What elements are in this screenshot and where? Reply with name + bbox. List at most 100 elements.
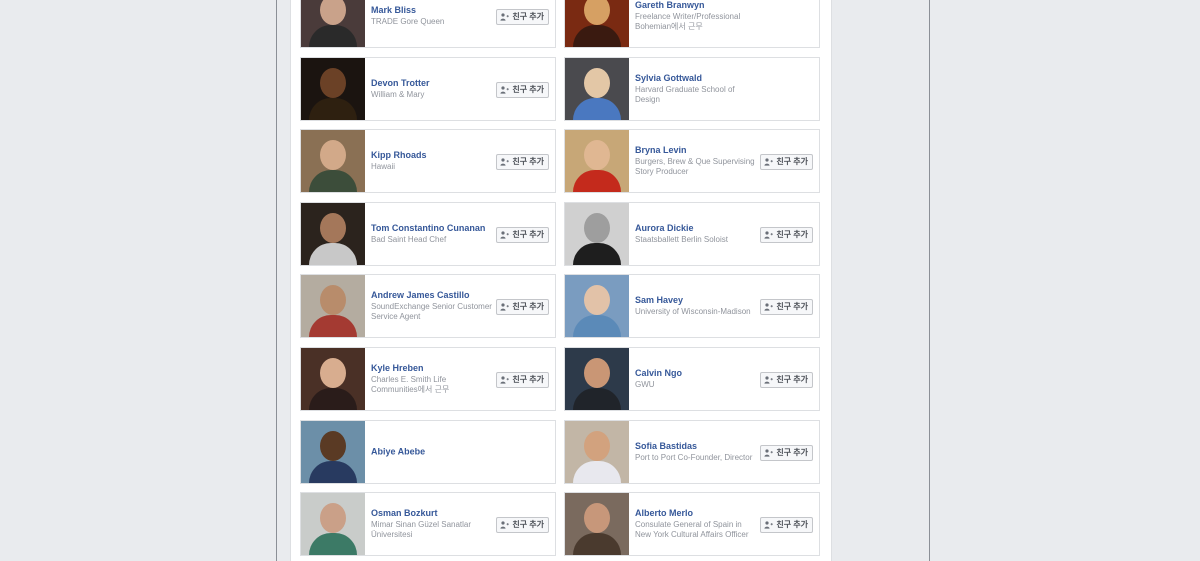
photo-person-head — [584, 285, 610, 315]
friend-card: Andrew James Castillo SoundExchange Senio… — [300, 274, 556, 338]
add-friend-button[interactable]: 친구 추가 — [496, 82, 549, 98]
friend-subtitle: TRADE Gore Queen — [371, 17, 445, 26]
profile-photo[interactable] — [301, 348, 365, 410]
friend-subtitle: Mimar Sinan Güzel Sanatlar Üniversitesi — [371, 520, 472, 539]
photo-person-head — [320, 431, 346, 461]
friend-subtitle: SoundExchange Senior Customer Service Ag… — [371, 302, 492, 321]
add-friend-icon — [500, 231, 510, 239]
profile-photo[interactable] — [301, 203, 365, 265]
add-friend-label: 친구 추가 — [776, 230, 808, 239]
friend-name-link[interactable]: Osman Bozkurt — [371, 508, 493, 519]
friend-subtitle: Bad Saint Head Chef — [371, 235, 447, 244]
friend-name-link[interactable]: Kyle Hreben — [371, 363, 493, 374]
friend-card: Devon Trotter William & Mary 친구 추가 — [300, 57, 556, 121]
photo-person-head — [320, 213, 346, 243]
friend-name-link[interactable]: Kipp Rhoads — [371, 150, 493, 161]
friend-info: Kyle Hreben Charles E. Smith Life Communi… — [371, 348, 493, 410]
add-friend-label: 친구 추가 — [776, 302, 808, 311]
friend-name-link[interactable]: Devon Trotter — [371, 78, 493, 89]
add-friend-button[interactable]: 친구 추가 — [496, 299, 549, 315]
friend-info: Gareth Branwyn Freelance Writer/Professio… — [635, 0, 757, 47]
profile-photo[interactable] — [565, 348, 629, 410]
profile-photo[interactable] — [301, 0, 365, 47]
friend-subtitle: Burgers, Brew & Que Supervising Story Pr… — [635, 157, 755, 176]
friend-card: Kipp Rhoads Hawaii 친구 추가 — [300, 129, 556, 193]
add-friend-icon — [764, 303, 774, 311]
add-friend-button[interactable]: 친구 추가 — [760, 299, 813, 315]
friend-subtitle: Charles E. Smith Life Communities에서 근무 — [371, 375, 450, 394]
friend-card: Alberto Merlo Consulate General of Spain … — [564, 492, 820, 556]
add-friend-button[interactable]: 친구 추가 — [496, 372, 549, 388]
photo-person-head — [584, 503, 610, 533]
profile-photo[interactable] — [301, 493, 365, 555]
friend-info: Alberto Merlo Consulate General of Spain … — [635, 493, 757, 555]
profile-photo[interactable] — [565, 203, 629, 265]
friend-info: Andrew James Castillo SoundExchange Senio… — [371, 275, 493, 337]
friend-name-link[interactable]: Gareth Branwyn — [635, 0, 757, 11]
friend-subtitle: Freelance Writer/Professional Bohemian에서… — [635, 12, 741, 31]
friend-subtitle: William & Mary — [371, 90, 425, 99]
friend-card: Sylvia Gottwald Harvard Graduate School o… — [564, 57, 820, 121]
profile-photo[interactable] — [565, 0, 629, 47]
friend-name-link[interactable]: Sofia Bastidas — [635, 441, 757, 452]
friend-card: Sam Havey University of Wisconsin-Madison… — [564, 274, 820, 338]
friend-name-link[interactable]: Alberto Merlo — [635, 508, 757, 519]
add-friend-icon — [764, 521, 774, 529]
friend-name-link[interactable]: Tom Constantino Cunanan — [371, 223, 493, 234]
add-friend-label: 친구 추가 — [512, 157, 544, 166]
profile-photo[interactable] — [301, 58, 365, 120]
profile-photo[interactable] — [565, 130, 629, 192]
add-friend-button[interactable]: 친구 추가 — [760, 227, 813, 243]
profile-photo[interactable] — [301, 275, 365, 337]
add-friend-button[interactable]: 친구 추가 — [760, 154, 813, 170]
friend-info: Devon Trotter William & Mary — [371, 58, 493, 120]
friend-subtitle: University of Wisconsin-Madison — [635, 307, 751, 316]
add-friend-icon — [500, 376, 510, 384]
friend-name-link[interactable]: Sam Havey — [635, 295, 757, 306]
add-friend-button[interactable]: 친구 추가 — [496, 154, 549, 170]
profile-photo[interactable] — [565, 58, 629, 120]
friend-name-link[interactable]: Mark Bliss — [371, 5, 493, 16]
add-friend-icon — [764, 376, 774, 384]
photo-person-head — [584, 358, 610, 388]
friend-name-link[interactable]: Abiye Abebe — [371, 447, 493, 458]
friend-subtitle: Staatsballett Berlin Soloist — [635, 235, 728, 244]
add-friend-label: 친구 추가 — [512, 520, 544, 529]
friend-info: Bryna Levin Burgers, Brew & Que Supervisi… — [635, 130, 757, 192]
friend-card: Calvin Ngo GWU 친구 추가 — [564, 347, 820, 411]
profile-photo[interactable] — [301, 421, 365, 483]
add-friend-button[interactable]: 친구 추가 — [760, 445, 813, 461]
friend-card: Osman Bozkurt Mimar Sinan Güzel Sanatlar … — [300, 492, 556, 556]
photo-person-head — [320, 358, 346, 388]
add-friend-label: 친구 추가 — [776, 520, 808, 529]
friend-card: Bryna Levin Burgers, Brew & Que Supervisi… — [564, 129, 820, 193]
photo-person-head — [584, 140, 610, 170]
photo-person-head — [320, 140, 346, 170]
profile-photo[interactable] — [565, 421, 629, 483]
friend-name-link[interactable]: Aurora Dickie — [635, 223, 757, 234]
profile-photo[interactable] — [301, 130, 365, 192]
add-friend-icon — [764, 231, 774, 239]
friend-info: Abiye Abebe — [371, 421, 493, 483]
friend-subtitle: GWU — [635, 380, 655, 389]
profile-photo[interactable] — [565, 493, 629, 555]
friends-grid: Mark Bliss TRADE Gore Queen 친구 추가 Gareth Br… — [291, 0, 831, 561]
photo-person-head — [584, 68, 610, 98]
add-friend-button[interactable]: 친구 추가 — [760, 372, 813, 388]
add-friend-button[interactable]: 친구 추가 — [496, 517, 549, 533]
add-friend-button[interactable]: 친구 추가 — [496, 9, 549, 25]
friend-info: Sofia Bastidas Port to Port Co-Founder, D… — [635, 421, 757, 483]
profile-photo[interactable] — [565, 275, 629, 337]
friend-suggestions-panel: Mark Bliss TRADE Gore Queen 친구 추가 Gareth Br… — [290, 0, 832, 561]
add-friend-button[interactable]: 친구 추가 — [496, 227, 549, 243]
friend-name-link[interactable]: Andrew James Castillo — [371, 290, 493, 301]
photo-person-head — [584, 213, 610, 243]
friend-info: Mark Bliss TRADE Gore Queen — [371, 0, 493, 47]
add-friend-label: 친구 추가 — [512, 230, 544, 239]
friend-name-link[interactable]: Calvin Ngo — [635, 368, 757, 379]
friend-info: Tom Constantino Cunanan Bad Saint Head Ch… — [371, 203, 493, 265]
add-friend-button[interactable]: 친구 추가 — [760, 517, 813, 533]
friend-name-link[interactable]: Bryna Levin — [635, 145, 757, 156]
friend-name-link[interactable]: Sylvia Gottwald — [635, 73, 757, 84]
friend-info: Sylvia Gottwald Harvard Graduate School o… — [635, 58, 757, 120]
